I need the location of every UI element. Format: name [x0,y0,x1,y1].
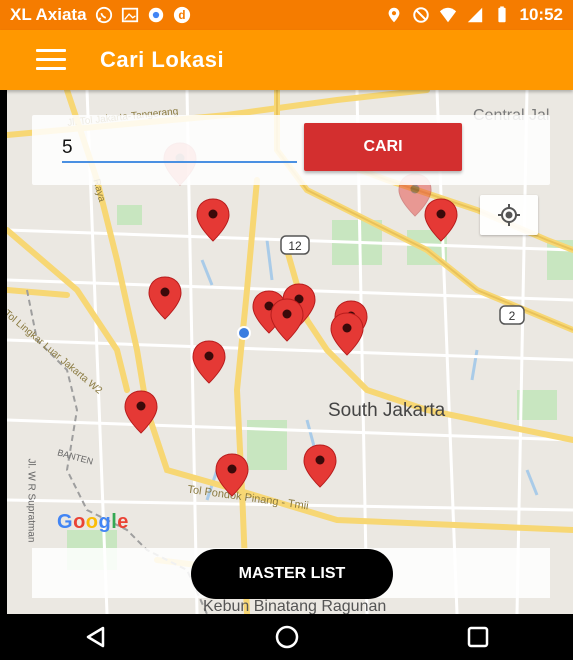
svg-text:12: 12 [288,239,302,253]
status-right: 10:52 [385,5,563,25]
signal-icon [467,7,482,23]
map-pin[interactable] [147,276,183,320]
route-2-shield: 2 [499,305,525,325]
search-panel: CARI [32,115,550,185]
map-pin[interactable] [214,453,250,497]
cari-button[interactable]: CARI [304,123,462,171]
svg-text:2: 2 [509,309,516,323]
app-bar: Cari Lokasi [0,30,573,90]
svg-text:d: d [178,9,185,22]
search-input[interactable] [62,135,297,163]
label-supratman: Jl. W R Supratman [25,458,37,543]
wifi-icon [439,7,456,23]
recents-icon [467,626,488,648]
google-logo: Google [57,511,129,533]
map-pin[interactable] [191,340,227,384]
map-pin[interactable] [329,312,365,356]
my-location-button[interactable] [480,195,538,235]
my-location-icon [498,204,520,226]
map-pin[interactable] [195,198,231,242]
gallery-icon [121,7,138,23]
label-kebun-binatang: Kebun Binatang Ragunan [203,598,387,614]
do-not-disturb-icon [412,7,429,23]
back-icon [86,626,104,648]
nav-recents-button[interactable] [448,614,508,660]
nav-bar [0,614,573,660]
route-12-shield: 12 [280,235,310,255]
home-icon [275,625,298,649]
status-time: 10:52 [519,5,563,24]
hamburger-menu-icon[interactable] [36,49,66,71]
status-bar: XL Axiata d 10:52 [0,0,573,30]
master-list-button[interactable]: MASTER LIST [191,549,393,599]
map-pin[interactable] [123,390,159,434]
carrier-name: XL Axiata [10,5,87,24]
label-south-jakarta: South Jakarta [328,400,446,421]
status-left: XL Axiata d [10,5,191,25]
nav-home-button[interactable] [257,614,317,660]
battery-icon [497,6,506,23]
d-app-icon: d [173,6,190,24]
map-pin[interactable] [302,444,338,488]
chrome-icon [148,7,163,23]
whatsapp-icon [95,6,112,24]
map-pin[interactable] [423,198,459,242]
page-title: Cari Lokasi [100,47,225,72]
current-location-dot [237,326,251,340]
map-pin[interactable] [269,298,305,342]
location-icon [388,7,399,23]
nav-back-button[interactable] [66,614,126,660]
map-view[interactable]: 12 2 Central Jal South Jakarta Jl. Tol J… [7,90,573,614]
